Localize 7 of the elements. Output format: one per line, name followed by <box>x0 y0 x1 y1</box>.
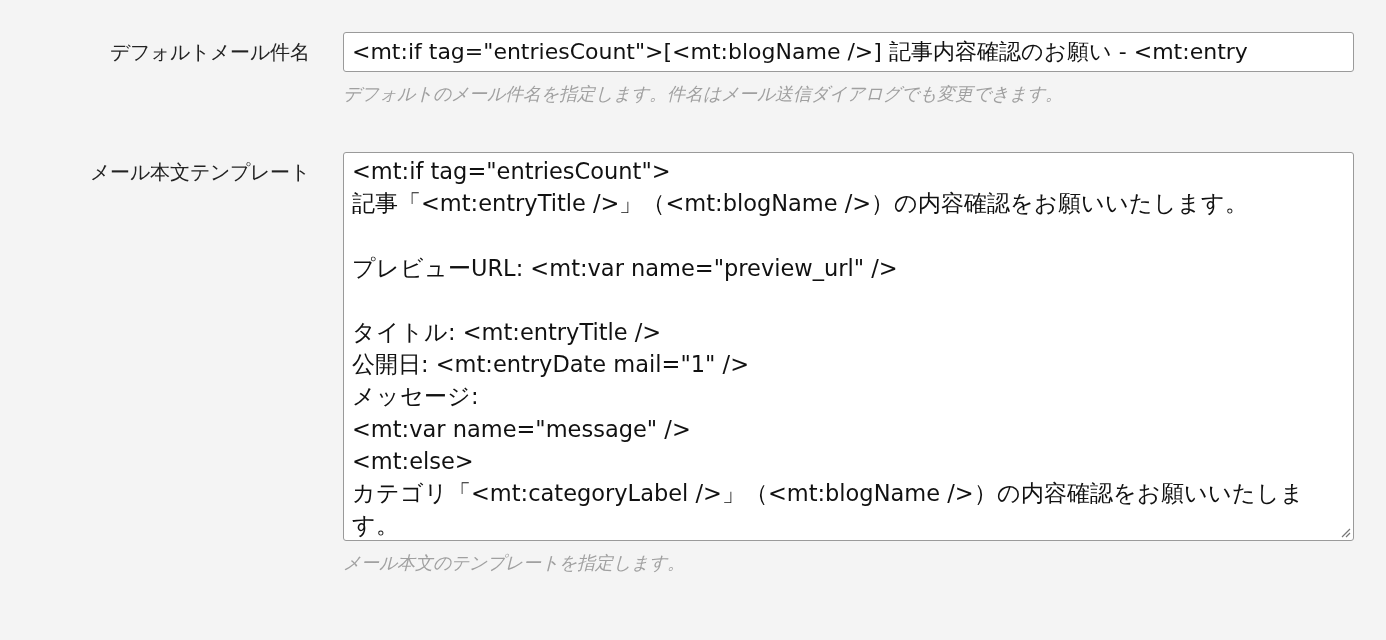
help-text: デフォルトのメール件名を指定します。件名はメール送信ダイアログでも変更できます。 <box>343 82 1064 106</box>
subject-input-field[interactable]: <mt:if tag="entriesCount">[<mt:blogName />] 記事内容確認のお願い - <mt:entry <box>343 32 1354 72</box>
field-label: メール本文テンプレート <box>90 159 310 186</box>
template-text-area[interactable]: <mt:if tag="entriesCount"> 記事「<mt:entryTitle />」（<mt:blogName />）の内容確認をお願いいたします。 プレビューURL: <mt:var name="preview_url" /> タイトル: <mt:entryTitle /> 公開日: <mt:entryDate mail="1" /> メッセージ: <mt:var name="message" /> <mt:else> カテゴリ「<mt:categoryLabel />」（<mt:blogName />）の内容確認をお願いいたします。 <box>343 152 1354 541</box>
resize-grip-icon[interactable] <box>1339 526 1351 538</box>
help-text: メール本文のテンプレートを指定します。 <box>343 551 686 575</box>
field-label: デフォルトメール件名 <box>110 39 310 66</box>
